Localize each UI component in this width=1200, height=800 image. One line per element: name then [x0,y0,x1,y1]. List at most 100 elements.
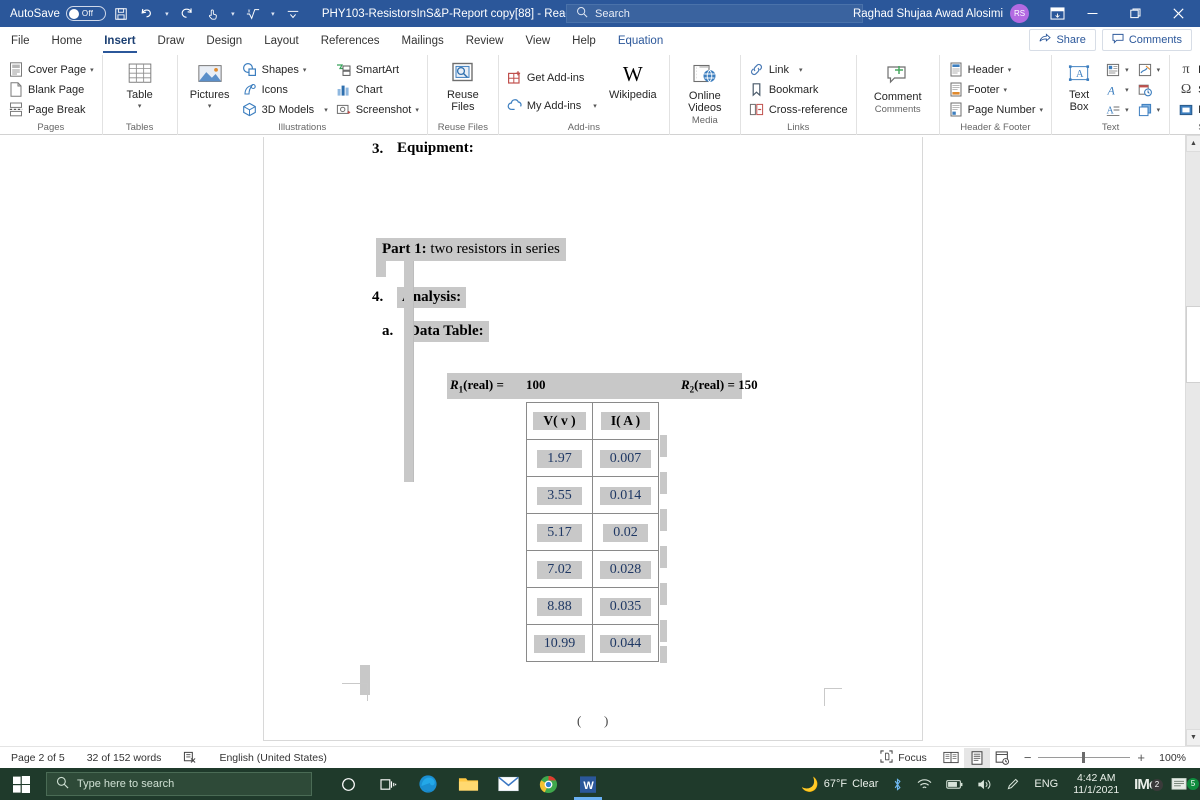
cross-reference-button[interactable]: Cross-reference [746,100,851,119]
get-addins-button[interactable]: Get Add-ins [504,68,600,87]
tab-mailings[interactable]: Mailings [391,27,455,55]
table-cell-i[interactable]: 0.014 [592,476,659,514]
touch-caret-icon[interactable]: ▾ [228,10,238,18]
document-page[interactable]: 3. Equipment: Part 1: two resistors in s… [263,137,923,741]
table-row[interactable]: 5.17 0.02 [526,513,659,551]
chevron-down-icon[interactable]: ▾ [90,66,94,74]
zoom-in-button[interactable]: + [1137,750,1145,765]
table-cell-v[interactable]: 7.02 [526,550,593,588]
chevron-down-icon[interactable]: ▾ [1040,106,1044,114]
tab-review[interactable]: Review [455,27,515,55]
undo-caret-icon[interactable]: ▾ [162,10,172,18]
document-scrollbar[interactable]: ▲ ▼ [1185,135,1200,746]
header-button[interactable]: Header ▾ [945,60,1046,79]
word-icon[interactable]: W [568,768,608,800]
share-button[interactable]: Share [1029,29,1096,51]
ribbon-display-options-icon[interactable] [1043,0,1071,27]
minimize-button[interactable] [1071,0,1114,27]
user-name[interactable]: Raghad Shujaa Awad Alosimi [853,8,1003,20]
page-indicator[interactable]: Page 2 of 5 [0,752,76,764]
formula-icon[interactable]: x [242,3,264,25]
table-row[interactable]: 1.97 0.007 [526,439,659,477]
tab-draw[interactable]: Draw [147,27,196,55]
taskbar-search-input[interactable]: Type here to search [46,772,312,796]
scroll-up-button[interactable]: ▲ [1186,135,1200,152]
table-cell-v[interactable]: 10.99 [526,624,593,662]
chevron-down-icon[interactable]: ▾ [593,102,597,110]
battery-icon[interactable] [939,779,970,790]
notifications-icon[interactable]: 5 [1164,777,1200,792]
page-number-button[interactable]: Page Number ▾ [945,100,1046,119]
wordart-button[interactable]: A ▾ [1102,80,1132,99]
table-row[interactable]: 7.02 0.028 [526,550,659,588]
chrome-icon[interactable] [528,768,568,800]
table-cell-i[interactable]: 0.044 [592,624,659,662]
tab-equation[interactable]: Equation [607,27,674,55]
quick-parts-button[interactable]: ▾ [1102,60,1132,79]
pen-icon[interactable] [999,777,1027,791]
document-area[interactable]: 3. Equipment: Part 1: two resistors in s… [0,135,1200,746]
document-body[interactable]: 3. Equipment: Part 1: two resistors in s… [264,137,924,741]
tab-references[interactable]: References [310,27,391,55]
search-input[interactable]: Search [566,4,863,23]
object-button[interactable]: ▾ [1134,100,1164,119]
task-view-icon[interactable] [368,768,408,800]
chevron-down-icon[interactable]: ▾ [208,101,212,113]
chevron-down-icon[interactable]: ▾ [1157,66,1161,74]
table-cell-i[interactable]: 0.035 [592,587,659,625]
shapes-button[interactable]: Shapes ▾ [239,60,331,79]
chevron-down-icon[interactable]: ▾ [799,66,803,74]
smartart-button[interactable]: SmartArt [333,60,422,79]
wifi-icon[interactable] [910,778,939,791]
formula-caret-icon[interactable]: ▾ [268,10,278,18]
3d-models-button[interactable]: 3D Models ▾ [239,100,331,119]
wikipedia-button[interactable]: W Wikipedia [602,60,664,101]
web-layout-icon[interactable] [990,748,1016,768]
chevron-down-icon[interactable]: ▾ [1008,66,1012,74]
comment-button[interactable]: Comment [867,58,929,103]
zoom-slider-thumb[interactable] [1082,752,1086,763]
clock[interactable]: 4:42 AM 11/1/2021 [1065,772,1127,796]
online-videos-button[interactable]: Online Videos [678,58,732,114]
chevron-down-icon[interactable]: ▾ [138,101,142,113]
print-layout-icon[interactable] [963,747,990,768]
table-row[interactable]: 8.88 0.035 [526,587,659,625]
signature-line-button[interactable]: ▾ [1134,60,1164,79]
chevron-down-icon[interactable]: ▾ [415,106,419,114]
chart-button[interactable]: Chart [333,80,422,99]
zoom-out-button[interactable]: − [1024,750,1032,765]
word-count[interactable]: 32 of 152 words [76,752,173,764]
chevron-down-icon[interactable]: ▾ [1125,86,1129,94]
autosave-toggle[interactable]: Off [65,6,106,21]
cover-page-button[interactable]: Cover Page ▾ [5,60,97,79]
tab-home[interactable]: Home [41,27,94,55]
customize-qat-icon[interactable] [282,3,304,25]
bluetooth-icon[interactable] [885,777,910,792]
table-cell-i[interactable]: 0.02 [592,513,659,551]
table-cell-v[interactable]: 3.55 [526,476,593,514]
bookmark-button[interactable]: Bookmark [746,80,851,99]
symbol-button[interactable]: Ω Symbol ▾ [1175,80,1200,99]
tab-design[interactable]: Design [195,27,253,55]
input-language[interactable]: ENG [1027,778,1065,790]
scrollbar-thumb[interactable] [1186,306,1200,383]
link-button[interactable]: Link ▾ [746,60,851,79]
date-time-button[interactable] [1134,80,1164,99]
table-cell-v[interactable]: 8.88 [526,587,593,625]
zoom-control[interactable]: − + 100% [1016,750,1194,765]
windows-start-icon[interactable] [0,768,42,800]
tab-help[interactable]: Help [561,27,607,55]
imo-app-icon[interactable]: IMo 2 [1127,776,1164,793]
language-indicator[interactable]: English (United States) [208,752,337,764]
file-explorer-icon[interactable] [448,768,488,800]
tab-layout[interactable]: Layout [253,27,310,55]
table-row[interactable]: 3.55 0.014 [526,476,659,514]
table-cell-i[interactable]: 0.028 [592,550,659,588]
cortana-icon[interactable] [328,768,368,800]
text-box-button[interactable]: A Text Box [1058,60,1100,113]
restore-button[interactable] [1114,0,1157,27]
page-break-button[interactable]: Page Break [5,100,97,119]
proofing-errors-icon[interactable] [172,751,208,764]
close-button[interactable] [1157,0,1200,27]
blank-page-button[interactable]: Blank Page [5,80,97,99]
